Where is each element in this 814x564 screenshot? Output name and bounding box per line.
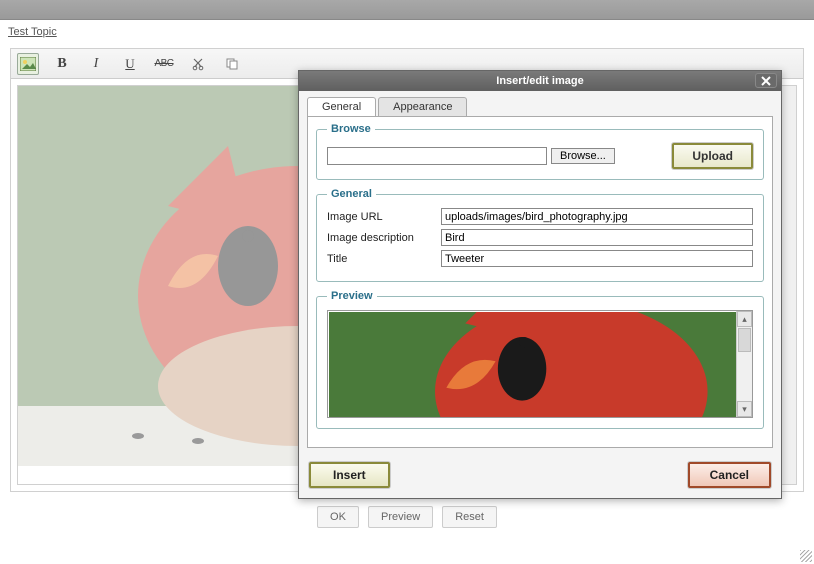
strikethrough-button[interactable]: ABC <box>153 53 175 75</box>
underline-button[interactable]: U <box>119 53 141 75</box>
image-url-label: Image URL <box>327 211 441 223</box>
insert-image-button[interactable] <box>17 53 39 75</box>
image-desc-input[interactable] <box>441 229 753 246</box>
dialog-title-bar[interactable]: Insert/edit image <box>299 71 781 91</box>
window-top-bar <box>0 0 814 20</box>
scroll-down-arrow[interactable]: ▾ <box>737 401 752 417</box>
scroll-thumb[interactable] <box>738 328 751 352</box>
image-title-label: Title <box>327 253 441 265</box>
insert-image-dialog: Insert/edit image General Appearance Bro… <box>298 70 782 499</box>
copy-icon <box>225 57 239 71</box>
reset-button[interactable]: Reset <box>442 506 497 528</box>
preview-button[interactable]: Preview <box>368 506 433 528</box>
image-title-input[interactable] <box>441 250 753 267</box>
browse-path-input[interactable] <box>327 147 547 165</box>
dialog-title: Insert/edit image <box>496 75 583 87</box>
close-icon <box>761 76 771 86</box>
tab-appearance[interactable]: Appearance <box>378 97 467 116</box>
dialog-close-button[interactable] <box>755 73 777 88</box>
preview-image <box>329 312 753 418</box>
breadcrumb-link[interactable]: Test Topic <box>8 26 57 38</box>
preview-fieldset: Preview ▴ ▾ <box>316 290 764 429</box>
dialog-tabs: General Appearance <box>299 91 781 116</box>
insert-button[interactable]: Insert <box>309 462 390 488</box>
preview-scrollbar[interactable]: ▴ ▾ <box>736 311 752 417</box>
image-icon <box>20 57 36 71</box>
bold-button[interactable]: B <box>51 53 73 75</box>
general-fieldset: General Image URL Image description Titl… <box>316 188 764 282</box>
cancel-button[interactable]: Cancel <box>688 462 771 488</box>
italic-button[interactable]: I <box>85 53 107 75</box>
preview-legend: Preview <box>327 290 377 302</box>
image-url-input[interactable] <box>441 208 753 225</box>
scissors-icon <box>191 57 205 71</box>
browse-legend: Browse <box>327 123 375 135</box>
resize-grip[interactable] <box>800 550 812 562</box>
dialog-content: Browse Browse... Upload General Image UR… <box>307 116 773 448</box>
cut-button[interactable] <box>187 53 209 75</box>
page-footer-buttons: OK Preview Reset <box>0 492 814 542</box>
dialog-footer: Insert Cancel <box>299 448 781 498</box>
preview-box: ▴ ▾ <box>327 310 753 418</box>
browse-fieldset: Browse Browse... Upload <box>316 123 764 180</box>
copy-button[interactable] <box>221 53 243 75</box>
scroll-up-arrow[interactable]: ▴ <box>737 311 752 327</box>
breadcrumb: Test Topic <box>0 20 814 44</box>
tab-general[interactable]: General <box>307 97 376 116</box>
ok-button[interactable]: OK <box>317 506 359 528</box>
image-desc-label: Image description <box>327 232 441 244</box>
upload-button[interactable]: Upload <box>672 143 753 169</box>
general-legend: General <box>327 188 376 200</box>
browse-button[interactable]: Browse... <box>551 148 615 164</box>
editor-vertical-scrollbar[interactable] <box>780 86 796 484</box>
